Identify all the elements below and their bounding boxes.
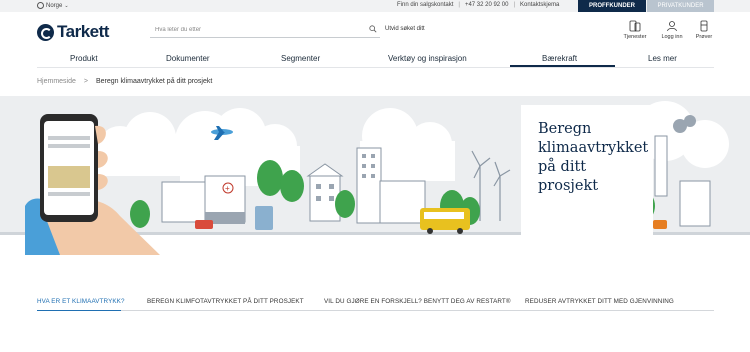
contact-form-link[interactable]: Kontaktskjema [520, 2, 559, 8]
nav-item-segmenter[interactable]: Segmenter [281, 54, 320, 63]
pro-customers-button[interactable]: PROFFKUNDER [578, 0, 646, 12]
nav-item-produkt[interactable]: Produkt [70, 54, 98, 63]
tab-restart[interactable]: VIL DU GJØRE EN FORSKJELL? BENYTT DEG AV… [324, 298, 511, 305]
search-icon[interactable] [369, 25, 377, 33]
breadcrumb: Hjemmeside > Beregn klimaavtrykket på di… [37, 78, 212, 85]
tab-reduser-avtrykket[interactable]: REDUSER AVTRYKKET DITT MED GJENVINNING [525, 298, 674, 305]
search-bar [150, 22, 380, 38]
login-button[interactable]: Logg inn [658, 20, 686, 40]
top-utility-bar: Norge ⌄ Finn din salgskontakt | +47 32 2… [0, 0, 750, 12]
region-label: Norge [46, 2, 63, 9]
globe-icon [37, 2, 44, 9]
samples-button[interactable]: Prøver [690, 20, 718, 40]
samples-icon [700, 20, 708, 32]
advanced-search-link[interactable]: Utvid søket ditt [385, 26, 425, 32]
tab-beregn-klimfotavtrykket[interactable]: BEREGN KLIMFOTAVTRYKKET PÅ DITT PROSJEKT [147, 298, 304, 305]
nav-item-les-mer[interactable]: Les mer [648, 54, 677, 63]
svg-text:+: + [225, 184, 230, 193]
phone-link[interactable]: +47 32 20 92 00 [465, 2, 509, 8]
active-tab-indicator [37, 310, 121, 311]
nav-item-verktoy[interactable]: Verktøy og inspirasjon [388, 54, 467, 63]
tab-hva-er-klimaavtrykk[interactable]: HVA ER ET KLIMAAVTRYKK? [37, 298, 125, 305]
nav-active-indicator [510, 65, 615, 67]
login-label: Logg inn [661, 34, 683, 40]
section-tabs: HVA ER ET KLIMAAVTRYKK? BEREGN KLIMFOTAV… [37, 297, 714, 311]
user-icon [667, 21, 677, 32]
utility-links: Finn din salgskontakt | +47 32 20 92 00 … [397, 2, 560, 8]
breadcrumb-separator: > [83, 78, 88, 85]
nav-divider [37, 67, 714, 68]
private-customers-button[interactable]: PRIVATKUNDER [647, 0, 714, 12]
logo-mark-icon [37, 23, 54, 41]
nav-item-dokumenter[interactable]: Dokumenter [166, 54, 210, 63]
search-input[interactable] [155, 24, 365, 36]
breadcrumb-current: Beregn klimaavtrykket på ditt prosjekt [96, 78, 213, 85]
find-sales-contact-link[interactable]: Finn din salgskontakt [397, 2, 453, 8]
region-selector[interactable]: Norge ⌄ [37, 2, 69, 9]
samples-label: Prøver [695, 34, 713, 40]
hero-title: Beregn klimaavtrykket på ditt prosjekt [538, 121, 649, 194]
nav-item-baerekraft[interactable]: Bærekraft [542, 54, 577, 63]
chevron-down-icon: ⌄ [64, 2, 69, 9]
breadcrumb-home[interactable]: Hjemmeside [37, 78, 76, 85]
logo-text: Tarkett [57, 22, 109, 41]
tarkett-logo[interactable]: Tarkett [37, 22, 109, 42]
phone-tablet-icon [629, 20, 641, 32]
services-button[interactable]: Tjenester [621, 20, 649, 40]
bus-icon [420, 208, 470, 234]
services-label: Tjenester [623, 34, 647, 40]
